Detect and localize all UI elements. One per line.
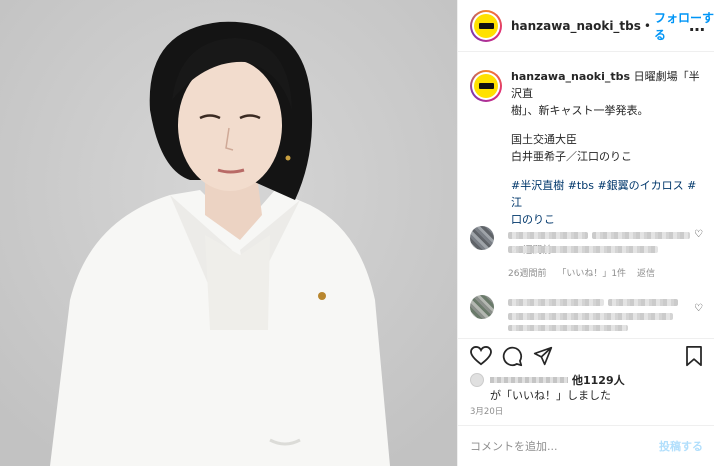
post-actions	[458, 338, 714, 374]
caption-avatar[interactable]	[470, 70, 502, 102]
likes-text: が「いいね！」しました	[490, 389, 611, 402]
post-comment-button[interactable]: 投稿する	[659, 438, 703, 454]
caption-hashtags-line1[interactable]: #半沢直樹 #tbs #銀翼のイカロス #江	[511, 177, 707, 211]
comment-likes[interactable]: 「いいね！」1件	[557, 269, 626, 279]
redacted-comment-text	[608, 299, 678, 306]
redacted-comment-text	[508, 299, 604, 306]
share-icon[interactable]	[533, 346, 553, 366]
post-date[interactable]: 3月20日	[470, 405, 503, 417]
header-username[interactable]: hanzawa_naoki_tbs	[511, 19, 641, 33]
redacted-comment-text	[508, 246, 658, 253]
post-side-panel: hanzawa_naoki_tbs • フォローする … hanzawa_nao…	[457, 0, 714, 466]
tbs-logo-icon	[474, 74, 498, 98]
comment-reply-button[interactable]: 返信	[637, 269, 655, 279]
redacted-liker-name	[490, 377, 568, 383]
add-comment-bar: コメントを追加... 投稿する	[458, 425, 714, 466]
portrait-image	[0, 0, 457, 466]
comment-input[interactable]: コメントを追加...	[470, 438, 659, 454]
comment-item: ♡	[470, 295, 707, 335]
redacted-comment-text	[592, 232, 690, 239]
comment-avatar[interactable]	[470, 295, 494, 319]
caption-text-line2: 樹」、新キャスト一挙発表。	[511, 104, 649, 117]
caption-text-line4: 白井亜希子／江口のりこ	[511, 150, 632, 163]
tbs-logo-icon	[474, 13, 498, 38]
bookmark-icon[interactable]	[685, 346, 703, 367]
comment-avatar[interactable]	[470, 226, 494, 250]
caption-text-line3: 国土交通大臣	[511, 133, 577, 146]
liker-avatar[interactable]	[470, 373, 484, 387]
post-photo[interactable]	[0, 0, 457, 466]
redacted-comment-text	[508, 325, 628, 331]
redacted-comment-text	[508, 232, 588, 239]
heart-icon[interactable]	[470, 346, 492, 366]
more-options-icon[interactable]: …	[689, 16, 705, 35]
header-separator: •	[643, 18, 651, 33]
likes-count[interactable]: 他1129人	[572, 372, 625, 388]
likes-summary: 他1129人	[470, 372, 625, 388]
comment-like-icon[interactable]: ♡	[694, 303, 703, 314]
caption-username[interactable]: hanzawa_naoki_tbs	[511, 70, 630, 83]
redacted-comment-text	[508, 313, 673, 320]
post-header: hanzawa_naoki_tbs • フォローする …	[458, 0, 714, 52]
comment-item: ♡ 26週間前 「いいね！」1件 返信	[470, 226, 707, 281]
avatar[interactable]	[470, 9, 502, 42]
comment-like-icon[interactable]: ♡	[694, 229, 703, 240]
comment-time: 26週間前	[508, 269, 547, 279]
comment-icon[interactable]	[502, 346, 523, 367]
